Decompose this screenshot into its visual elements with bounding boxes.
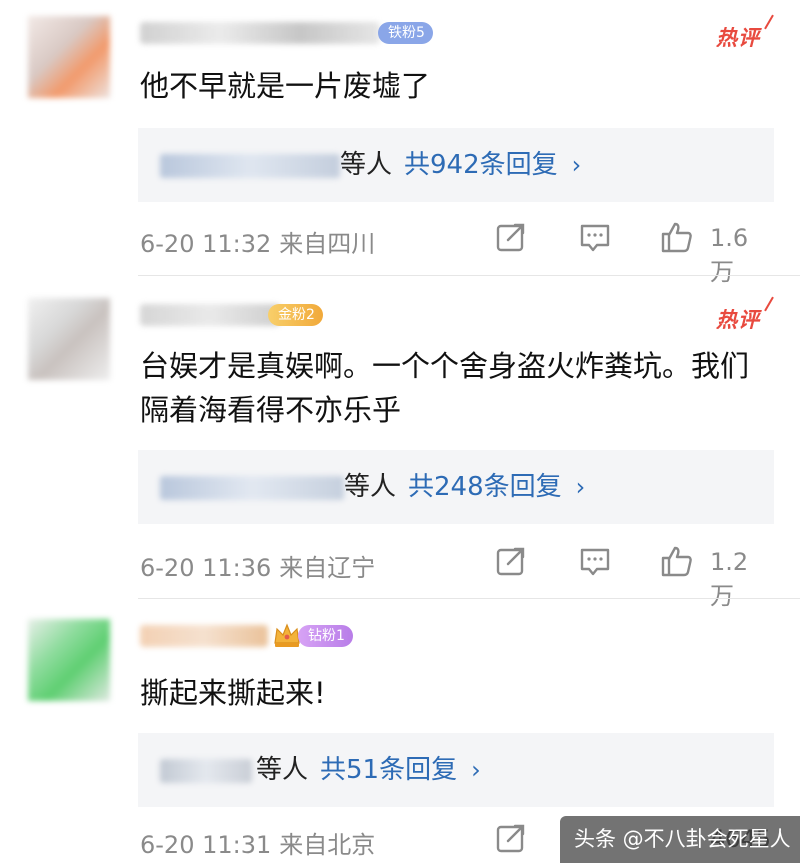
comment-meta: 6-20 11:36 来自辽宁 bbox=[140, 548, 375, 583]
comment-meta: 6-20 11:31 来自北京 bbox=[140, 825, 375, 860]
comment-item: 金粉2 热评 台娱才是真娱啊。一个个舍身盗火炸粪坑。我们隔着海看得不亦乐乎 等人… bbox=[0, 276, 800, 610]
comment-footer: 6-20 11:36 来自辽宁 1.2万 bbox=[140, 544, 772, 610]
comment-footer: 6-20 11:32 来自四川 1.6万 bbox=[140, 220, 772, 286]
hot-comment-tag: 热评 bbox=[716, 22, 760, 52]
reply-users bbox=[160, 759, 252, 783]
hot-comment-tag: 热评 bbox=[716, 304, 760, 334]
reply-users bbox=[160, 476, 344, 500]
reply-preview[interactable]: 等人 共248条回复 › bbox=[138, 450, 774, 524]
comment-text: 台娱才是真娱啊。一个个舍身盗火炸粪坑。我们隔着海看得不亦乐乎 bbox=[140, 349, 750, 427]
share-icon[interactable] bbox=[494, 544, 528, 578]
chevron-right-icon: › bbox=[575, 473, 586, 501]
comment-location: 来自辽宁 bbox=[279, 554, 376, 582]
comment-item: 铁粉5 热评 他不早就是一片废墟了 等人 共942条回复 › 6-20 11:32 来… bbox=[0, 0, 800, 286]
like-icon[interactable] bbox=[660, 544, 694, 578]
comment-text: 他不早就是一片废墟了 bbox=[140, 69, 431, 103]
reply-count-link[interactable]: 共51条回复 bbox=[320, 755, 457, 785]
share-icon[interactable] bbox=[494, 220, 528, 254]
avatar[interactable] bbox=[28, 16, 110, 98]
comment-icon[interactable] bbox=[578, 544, 612, 578]
reply-users bbox=[160, 154, 340, 178]
watermark: 头条 @不八卦会死星人 bbox=[560, 816, 800, 863]
comment-text: 撕起来撕起来! bbox=[140, 676, 326, 710]
username[interactable] bbox=[140, 625, 268, 647]
fan-badge-label: 钻粉1 bbox=[308, 628, 345, 644]
reply-users-suffix: 等人 bbox=[256, 755, 309, 785]
comment-icon[interactable] bbox=[578, 220, 612, 254]
reply-count-link[interactable]: 共248条回复 bbox=[408, 472, 562, 502]
fan-badge: 钻粉1 bbox=[298, 625, 353, 647]
comment-time: 6-20 11:36 bbox=[140, 554, 272, 582]
comment-time: 6-20 11:32 bbox=[140, 230, 272, 258]
comment-location: 来自北京 bbox=[279, 831, 376, 859]
comment-location: 来自四川 bbox=[279, 230, 376, 258]
comment-meta: 6-20 11:32 来自四川 bbox=[140, 224, 375, 259]
fan-badge-label: 金粉2 bbox=[278, 307, 315, 323]
comment-time: 6-20 11:31 bbox=[140, 831, 272, 859]
reply-preview[interactable]: 等人 共51条回复 › bbox=[138, 733, 774, 807]
reply-preview[interactable]: 等人 共942条回复 › bbox=[138, 128, 774, 202]
username[interactable] bbox=[140, 22, 380, 44]
username[interactable] bbox=[140, 304, 280, 326]
fan-badge: 金粉2 bbox=[268, 304, 323, 326]
avatar[interactable] bbox=[28, 619, 110, 701]
reply-count-link[interactable]: 共942条回复 bbox=[404, 150, 558, 180]
share-icon[interactable] bbox=[494, 821, 528, 855]
like-icon[interactable] bbox=[660, 220, 694, 254]
chevron-right-icon: › bbox=[471, 756, 481, 784]
avatar[interactable] bbox=[28, 298, 110, 380]
chevron-right-icon: › bbox=[571, 151, 582, 179]
fan-badge: 铁粉5 bbox=[378, 22, 433, 44]
fan-badge-label: 铁粉5 bbox=[388, 25, 425, 41]
reply-users-suffix: 等人 bbox=[344, 472, 397, 502]
reply-users-suffix: 等人 bbox=[340, 150, 393, 180]
